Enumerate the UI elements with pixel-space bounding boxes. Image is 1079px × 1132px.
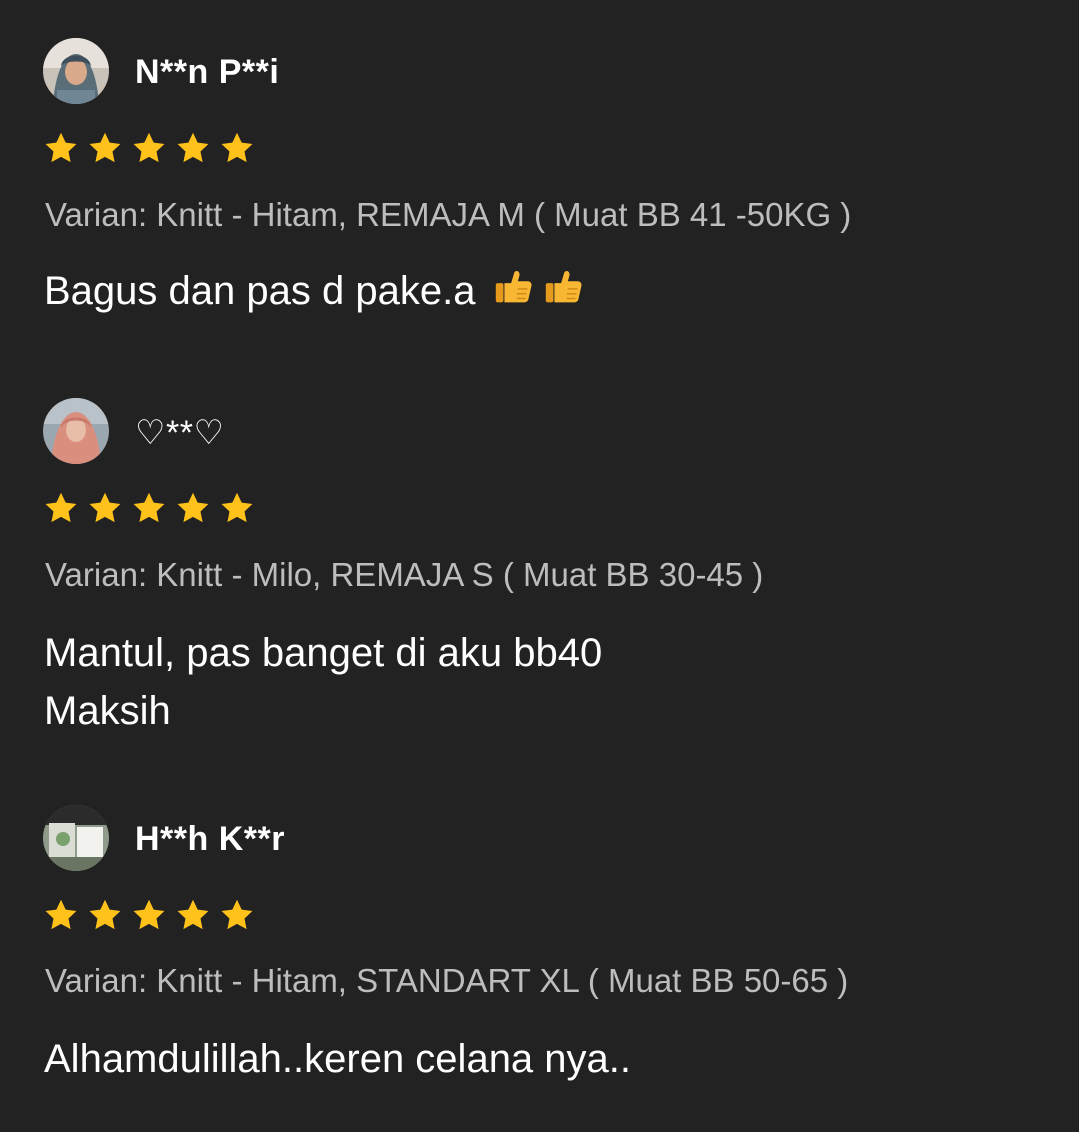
review-comment: Mantul, pas banget di aku bb40 Maksih <box>44 631 603 733</box>
review-comment: Bagus dan pas d pake.a <box>44 262 1034 326</box>
avatar[interactable] <box>43 398 109 464</box>
star-icon <box>133 132 165 163</box>
star-icon <box>89 492 121 523</box>
star-icon <box>89 132 121 163</box>
star-icon <box>221 492 253 523</box>
review-item: ♡**♡ Varian: Knitt - Milo, REMAJA S ( Mu… <box>0 398 1079 733</box>
comment-text: Bagus dan pas d pake.a <box>44 269 487 313</box>
variant-text: Varian: Knitt - Hitam, REMAJA M ( Muat B… <box>45 196 852 233</box>
review-header: N**n P**i <box>0 38 1079 104</box>
star-icon <box>45 132 77 163</box>
review-item: N**n P**i Varian: Knitt - Hitam, REMAJA … <box>0 38 1079 313</box>
reviewer-name: N**n P**i <box>135 53 280 91</box>
reviewer-name: ♡**♡ <box>135 414 225 452</box>
star-rating <box>43 490 263 530</box>
star-icon <box>133 899 165 930</box>
thumbs-up-icon <box>541 264 587 326</box>
star-icon <box>221 899 253 930</box>
star-icon <box>45 899 77 930</box>
star-icon <box>177 899 209 930</box>
reviewer-name: H**h K**r <box>135 820 285 858</box>
star-rating <box>43 130 263 170</box>
star-icon <box>133 492 165 523</box>
avatar[interactable] <box>43 38 109 104</box>
review-comment: Alhamdulillah..keren celana nya.. <box>44 1037 632 1081</box>
variant-text: Varian: Knitt - Hitam, STANDART XL ( Mua… <box>45 962 849 999</box>
star-icon <box>177 132 209 163</box>
star-icon <box>45 492 77 523</box>
avatar[interactable] <box>43 805 109 871</box>
variant-text: Varian: Knitt - Milo, REMAJA S ( Muat BB… <box>45 556 764 593</box>
star-icon <box>221 132 253 163</box>
thumbs-up-icon <box>491 264 537 326</box>
review-item: H**h K**r Varian: Knitt - Hitam, STANDAR… <box>0 805 1079 1081</box>
review-header: H**h K**r <box>0 805 1079 871</box>
review-header: ♡**♡ <box>0 398 1079 464</box>
star-rating <box>43 897 263 937</box>
star-icon <box>177 492 209 523</box>
star-icon <box>89 899 121 930</box>
